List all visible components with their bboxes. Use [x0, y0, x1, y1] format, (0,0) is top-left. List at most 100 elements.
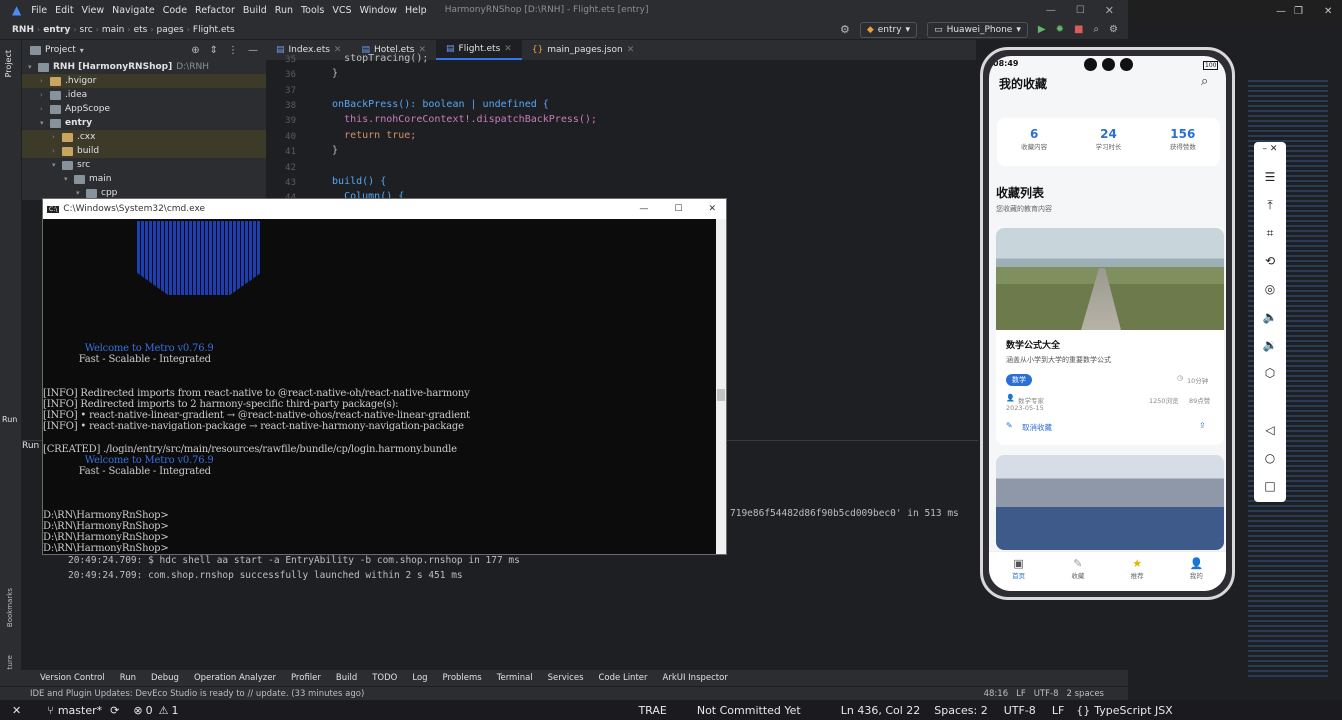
debug-icon[interactable]: ✹ [1056, 24, 1064, 35]
search-icon[interactable]: ⌕ [1093, 24, 1099, 35]
remove-favorite-button[interactable]: 取消收藏 [1022, 422, 1052, 433]
menu-window[interactable]: Window [360, 5, 397, 16]
cmd-scrollbar[interactable] [716, 219, 726, 554]
crumb-pages[interactable]: pages [157, 25, 184, 35]
cmd-title-bar[interactable]: C:\ C:\Windows\System32\cmd.exe — ☐ ✕ [43, 199, 726, 219]
tree-item-root[interactable]: ▾ RNH [HarmonyRNShop] D:\RNH [22, 60, 266, 74]
tree-item-main[interactable]: ▾ main [22, 172, 266, 186]
line-separator[interactable]: LF [1016, 689, 1026, 699]
tool-build[interactable]: Build [336, 673, 357, 683]
file-encoding[interactable]: UTF-8 [1034, 689, 1059, 699]
category-tag[interactable]: 数学 [1006, 374, 1032, 386]
shake-icon[interactable]: ⬡ [1254, 366, 1286, 380]
options-icon[interactable]: ⋮ [228, 45, 238, 56]
collapse-icon[interactable]: ⇕ [210, 45, 218, 56]
record-icon[interactable]: ◎ [1254, 282, 1286, 296]
encoding[interactable]: UTF-8 [1004, 704, 1036, 717]
run-tool-button[interactable]: Run [2, 415, 17, 424]
tool-arkui-inspector[interactable]: ArkUI Inspector [663, 673, 728, 683]
pin-top-icon[interactable]: ⤒ [1254, 198, 1286, 213]
share-icon[interactable]: ⇪ [1199, 421, 1206, 430]
cmd-maximize-icon[interactable]: ☐ [674, 204, 682, 214]
cmd-minimize-icon[interactable]: — [639, 204, 648, 214]
close-icon[interactable]: ✕ [1105, 4, 1114, 17]
tool-profiler[interactable]: Profiler [291, 673, 321, 683]
volume-down-icon[interactable]: 🔉 [1254, 338, 1286, 352]
nav-favorites[interactable]: ✎ 收藏 [1048, 552, 1107, 591]
menu-run[interactable]: Run [275, 5, 293, 16]
tool-run[interactable]: Run [120, 673, 136, 683]
menu-edit[interactable]: Edit [55, 5, 73, 16]
menu-navigate[interactable]: Navigate [112, 5, 155, 16]
crumb-entry[interactable]: entry [43, 25, 70, 35]
tool-code-linter[interactable]: Code Linter [599, 673, 648, 683]
git-branch[interactable]: master* [58, 704, 102, 717]
cursor-ln-col[interactable]: Ln 436, Col 22 [841, 704, 921, 717]
nav-profile[interactable]: 👤 我的 [1167, 552, 1226, 591]
tab-main-pages[interactable]: {} main_pages.json ✕ [522, 40, 644, 60]
window-close-icon[interactable]: ✕ [1324, 6, 1332, 17]
menu-icon[interactable]: ☰ [1254, 170, 1286, 184]
cmd-close-icon[interactable]: ✕ [708, 204, 716, 214]
status-message[interactable]: IDE and Plugin Updates: DevEco Studio is… [30, 689, 364, 699]
bookmarks-tool-button[interactable]: Bookmarks [6, 588, 14, 627]
volume-up-icon[interactable]: 🔈 [1254, 310, 1286, 324]
indent-spaces[interactable]: Spaces: 2 [934, 704, 987, 717]
recent-apps-icon[interactable]: □ [1254, 479, 1286, 493]
menu-vcs[interactable]: VCS [332, 5, 351, 16]
tool-terminal[interactable]: Terminal [497, 673, 533, 683]
run-icon[interactable]: ▶ [1038, 24, 1046, 35]
run-config-select[interactable]: ◆ entry ▾ [859, 21, 918, 38]
trae-label[interactable]: TRAE [638, 704, 666, 717]
tree-item-idea[interactable]: › .idea [22, 88, 266, 102]
crumb-rnh[interactable]: RNH [12, 25, 34, 35]
menu-refactor[interactable]: Refactor [195, 5, 235, 16]
hide-icon[interactable]: — [248, 45, 258, 56]
project-header-label[interactable]: Project [45, 45, 76, 55]
screenshot-icon[interactable]: ⌗ [1254, 226, 1286, 241]
crumb-src[interactable]: src [80, 25, 93, 35]
locate-icon[interactable]: ⊕ [191, 45, 199, 56]
device-select[interactable]: ▭ Huawei_Phone ▾ [927, 21, 1028, 38]
tool-services[interactable]: Services [548, 673, 584, 683]
nav-home[interactable]: ▣ 首页 [989, 552, 1048, 591]
tree-item-entry[interactable]: ▾ entry [22, 116, 266, 130]
remote-icon[interactable]: ✕ [12, 704, 21, 717]
stop-icon[interactable]: ■ [1074, 24, 1083, 35]
tool-todo[interactable]: TODO [372, 673, 397, 683]
error-count[interactable]: 0 [146, 704, 153, 717]
favorite-card[interactable]: 数学公式大全 涵盖从小学到大学的重要数学公式 数学 ◷ 10分钟 👤 数学专家 … [996, 228, 1224, 445]
menu-file[interactable]: File [31, 5, 47, 16]
tool-problems[interactable]: Problems [443, 673, 482, 683]
tool-log[interactable]: Log [412, 673, 427, 683]
crumb-file[interactable]: Flight.ets [193, 25, 235, 35]
menu-code[interactable]: Code [163, 5, 187, 16]
project-tool-button[interactable]: Project [4, 50, 13, 77]
search-icon[interactable]: ⌕ [1201, 74, 1208, 89]
minimize-icon[interactable]: — [1046, 5, 1056, 16]
crumb-ets[interactable]: ets [134, 25, 148, 35]
tree-item-appscope[interactable]: › AppScope [22, 102, 266, 116]
cursor-position[interactable]: 48:16 [984, 689, 1009, 699]
back-icon[interactable]: ◁ [1254, 423, 1286, 437]
crumb-main[interactable]: main [102, 25, 125, 35]
toolbar-collapse-icon[interactable]: – ✕ [1254, 144, 1286, 154]
favorite-card-image[interactable] [996, 455, 1224, 550]
commit-status[interactable]: Not Committed Yet [697, 704, 801, 717]
maximize-icon[interactable]: ☐ [1076, 5, 1085, 16]
cmd-window[interactable]: C:\ C:\Windows\System32\cmd.exe — ☐ ✕ We… [42, 198, 727, 555]
window-restore-icon[interactable]: ❐ [1294, 6, 1303, 17]
language-mode[interactable]: TypeScript JSX [1094, 704, 1172, 717]
indent-setting[interactable]: 2 spaces [1067, 689, 1104, 699]
gear-icon[interactable]: ⚙ [1109, 24, 1118, 35]
nav-recommend[interactable]: ★ 推荐 [1108, 552, 1167, 591]
sync-icon[interactable]: ⟳ [110, 704, 119, 717]
rotate-icon[interactable]: ⟲ [1254, 254, 1286, 268]
menu-build[interactable]: Build [243, 5, 267, 16]
menu-view[interactable]: View [82, 5, 105, 16]
tree-item-src[interactable]: ▾ src [22, 158, 266, 172]
settings-icon[interactable]: ⚙ [840, 23, 850, 36]
tree-item-hvigor[interactable]: › .hvigor [22, 74, 266, 88]
menu-tools[interactable]: Tools [301, 5, 324, 16]
tab-flight[interactable]: ▤ Flight.ets ✕ [436, 40, 522, 60]
